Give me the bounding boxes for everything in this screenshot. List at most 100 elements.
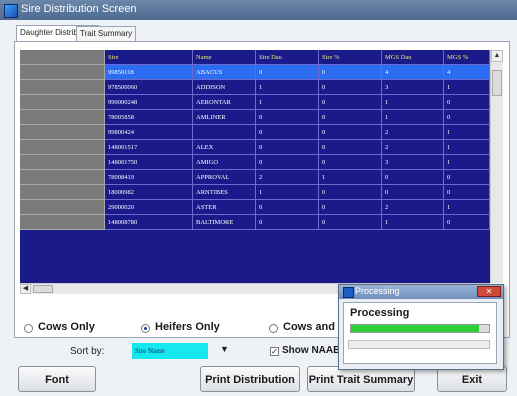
- row-header[interactable]: [20, 95, 105, 110]
- table-cell[interactable]: 0: [319, 65, 382, 80]
- close-icon[interactable]: ✕: [477, 286, 501, 297]
- table-cell[interactable]: 1: [256, 95, 319, 110]
- column-header[interactable]: MGS %: [444, 50, 490, 65]
- table-cell[interactable]: 148008780: [105, 215, 193, 230]
- table-cell[interactable]: 0: [382, 170, 444, 185]
- processing-scrollbar[interactable]: [348, 340, 490, 349]
- column-header[interactable]: Sire Dau: [256, 50, 319, 65]
- cows-only-radio[interactable]: [24, 324, 33, 333]
- table-cell[interactable]: AMIGO: [193, 155, 256, 170]
- table-cell[interactable]: 0: [319, 185, 382, 200]
- table-cell[interactable]: 0: [444, 185, 490, 200]
- row-header[interactable]: [20, 80, 105, 95]
- scroll-up-arrow-icon[interactable]: ▲: [491, 50, 503, 62]
- table-cell[interactable]: 0: [256, 215, 319, 230]
- table-cell[interactable]: AMLINER: [193, 110, 256, 125]
- table-cell[interactable]: 0: [382, 185, 444, 200]
- table-cell[interactable]: 29000020: [105, 200, 193, 215]
- table-cell[interactable]: 2: [382, 125, 444, 140]
- table-cell[interactable]: ABACUS: [193, 65, 256, 80]
- row-header[interactable]: [20, 140, 105, 155]
- row-header[interactable]: [20, 125, 105, 140]
- table-cell[interactable]: 0: [256, 110, 319, 125]
- show-naab-checkbox[interactable]: ✓: [270, 347, 279, 356]
- scroll-left-arrow-icon[interactable]: ◀: [20, 284, 31, 294]
- table-cell[interactable]: 0: [256, 65, 319, 80]
- table-cell[interactable]: 4: [444, 65, 490, 80]
- table-cell[interactable]: 999000248: [105, 95, 193, 110]
- table-cell[interactable]: 1: [256, 185, 319, 200]
- table-cell[interactable]: ALEX: [193, 140, 256, 155]
- table-cell[interactable]: 0: [256, 200, 319, 215]
- table-cell[interactable]: 2: [382, 140, 444, 155]
- table-cell[interactable]: [193, 125, 256, 140]
- table-cell[interactable]: 0: [319, 200, 382, 215]
- table-cell[interactable]: 0: [319, 125, 382, 140]
- table-cell[interactable]: 78008419: [105, 170, 193, 185]
- table-cell[interactable]: 0: [444, 170, 490, 185]
- table-cell[interactable]: 0: [256, 125, 319, 140]
- table-cell[interactable]: 148001517: [105, 140, 193, 155]
- row-header[interactable]: [20, 65, 105, 80]
- table-cell[interactable]: 1: [444, 125, 490, 140]
- table-cell[interactable]: 0: [444, 110, 490, 125]
- table-cell[interactable]: BALTIMORE: [193, 215, 256, 230]
- table-cell[interactable]: 0: [319, 95, 382, 110]
- table-cell[interactable]: 0: [319, 140, 382, 155]
- chevron-down-icon[interactable]: ▼: [220, 344, 229, 354]
- table-cell[interactable]: 1: [319, 170, 382, 185]
- table-cell[interactable]: 2: [382, 200, 444, 215]
- heifers-only-radio[interactable]: [141, 324, 150, 333]
- table-cell[interactable]: 0: [256, 140, 319, 155]
- table-cell[interactable]: 0: [444, 95, 490, 110]
- row-header[interactable]: [20, 110, 105, 125]
- column-header[interactable]: Sire %: [319, 50, 382, 65]
- column-header[interactable]: Name: [193, 50, 256, 65]
- table-cell[interactable]: 1: [382, 110, 444, 125]
- table-cell[interactable]: 0: [319, 215, 382, 230]
- row-header[interactable]: [20, 185, 105, 200]
- table-cell[interactable]: 78005858: [105, 110, 193, 125]
- table-cell[interactable]: ARNTIBES: [193, 185, 256, 200]
- table-cell[interactable]: 1: [256, 80, 319, 95]
- grid-vertical-scrollbar[interactable]: ▲: [490, 50, 503, 283]
- table-cell[interactable]: 1: [382, 95, 444, 110]
- row-header[interactable]: [20, 200, 105, 215]
- table-cell[interactable]: ADDISON: [193, 80, 256, 95]
- scroll-thumb[interactable]: [33, 285, 53, 293]
- table-cell[interactable]: 0: [319, 80, 382, 95]
- sire-grid[interactable]: Sire Name Sire Dau Sire % MGS Dau MGS % …: [20, 50, 503, 283]
- table-cell[interactable]: 978500060: [105, 80, 193, 95]
- table-cell[interactable]: 2: [256, 170, 319, 185]
- table-cell[interactable]: 3: [382, 155, 444, 170]
- table-cell[interactable]: 0: [256, 155, 319, 170]
- table-cell[interactable]: 99800424: [105, 125, 193, 140]
- print-distribution-button[interactable]: Print Distribution: [200, 366, 300, 392]
- table-cell[interactable]: APPROVAL: [193, 170, 256, 185]
- font-button[interactable]: Font: [18, 366, 96, 392]
- table-cell[interactable]: 148001750: [105, 155, 193, 170]
- cows-and-radio[interactable]: [269, 324, 278, 333]
- row-header[interactable]: [20, 155, 105, 170]
- table-cell[interactable]: 1: [444, 80, 490, 95]
- table-cell[interactable]: 99850118: [105, 65, 193, 80]
- table-cell[interactable]: 4: [382, 65, 444, 80]
- table-cell[interactable]: AERONTAR: [193, 95, 256, 110]
- table-cell[interactable]: 1: [382, 215, 444, 230]
- table-cell[interactable]: 0: [319, 110, 382, 125]
- row-header[interactable]: [20, 170, 105, 185]
- table-cell[interactable]: 1: [444, 200, 490, 215]
- table-cell[interactable]: 0: [444, 215, 490, 230]
- table-cell[interactable]: 3: [382, 80, 444, 95]
- table-cell[interactable]: ASTER: [193, 200, 256, 215]
- table-cell[interactable]: 1: [444, 140, 490, 155]
- table-cell[interactable]: 0: [319, 155, 382, 170]
- table-cell[interactable]: 1: [444, 155, 490, 170]
- scroll-thumb[interactable]: [492, 70, 502, 96]
- table-cell[interactable]: 18000982: [105, 185, 193, 200]
- row-header[interactable]: [20, 215, 105, 230]
- column-header[interactable]: MGS Dau: [382, 50, 444, 65]
- tab-trait-summary[interactable]: Trait Summary: [76, 26, 137, 41]
- column-header[interactable]: Sire: [105, 50, 193, 65]
- sort-by-select[interactable]: Sire Name ▼: [132, 343, 236, 359]
